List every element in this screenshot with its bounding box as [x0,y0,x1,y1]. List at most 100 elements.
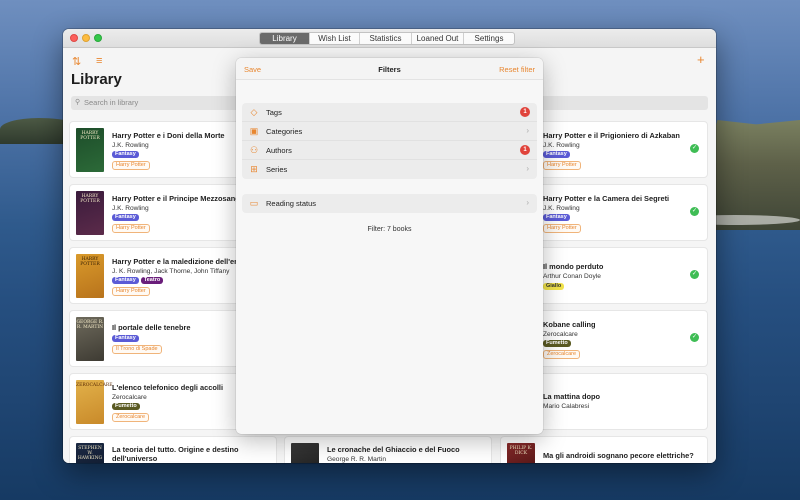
filter-row-series[interactable]: ⊞ Series › [242,160,537,179]
read-check-icon: ✓ [690,207,699,216]
main-tab-bar: Library Wish List Statistics Loaned Out … [259,32,515,45]
book-title: Kobane calling [543,320,596,329]
tag-badge: Fantasy [112,277,139,284]
tag-list: Fantasy [112,335,139,342]
row-label: Tags [266,108,282,117]
cover-title: ZEROCALCARE [76,383,113,388]
minimize-window-button[interactable] [82,34,90,42]
tag-badge: Giallo [543,283,565,290]
read-check-icon: ✓ [690,270,699,279]
page-title: Library [71,71,122,88]
book-cover: PHILIP K. DICK [507,443,535,463]
people-icon: ⚇ [249,145,259,155]
cover-title: HARRY POTTER [80,194,100,204]
cover-title: STEPHEN W. HAWKING [77,446,103,461]
book-cover: ZEROCALCARE [76,380,113,424]
filter-lines-icon[interactable]: ≡ [96,55,102,67]
row-label: Reading status [266,199,317,208]
reset-filter-button[interactable]: Reset filter [499,65,535,74]
popover-title: Filters [378,65,401,74]
cover-title: HARRY POTTER [80,257,100,267]
book-author: J. K. Rowling, Jack Thorne, John Tiffany [112,268,230,275]
close-window-button[interactable] [70,34,78,42]
sort-arrows-icon[interactable]: ⇅ [72,55,81,68]
filter-row-tags[interactable]: ◇ Tags 1 [242,103,537,122]
title-bar: Library Wish List Statistics Loaned Out … [63,29,716,48]
tag-list: Giallo [543,283,565,290]
book-author: Arthur Conan Doyle [543,273,601,280]
filter-result-count: Filter: 7 books [367,226,412,233]
book-title: La teoria del tutto. Origine e destino d… [112,445,239,463]
tag-list: Fumetto [112,403,140,410]
row-label: Categories [266,127,303,136]
tag-list: Fantasy [112,214,139,221]
series-badge: Zerocalcare [543,350,581,359]
book-cover: HARRY POTTER [76,128,104,172]
cover-title: GEORGE R. R. MARTIN [76,320,104,330]
book-cover: HARRY POTTER [76,254,104,298]
tab-loaned-out[interactable]: Loaned Out [412,33,464,44]
filters-popover: Save Filters Reset filter ◇ Tags 1 ▣ Cat… [236,58,543,434]
book-author: George R. R. Martin [327,456,386,463]
book-author: Zerocalcare [112,394,147,401]
series-badge: Il Trono di Spade [112,345,162,354]
search-icon: ⚲ [75,99,81,106]
book-icon: ▭ [249,198,259,208]
book-title: Il mondo perduto [543,262,604,271]
book-card[interactable]: PHILIP K. DICK Ma gli androidi sognano p… [500,436,708,463]
tag-badge: Fantasy [112,214,139,221]
count-badge: 1 [520,107,530,117]
tag-badge: Fantasy [112,151,139,158]
book-card[interactable]: Le cronache del Ghiaccio e del Fuoco Geo… [284,436,492,463]
zoom-window-button[interactable] [94,34,102,42]
plus-icon[interactable]: + [697,52,705,67]
book-title: Harry Potter e il Prigioniero di Azkaban [543,131,680,140]
cover-title: HARRY POTTER [80,131,100,141]
read-check-icon: ✓ [690,144,699,153]
book-cover: HARRY POTTER [76,191,104,235]
read-check-icon: ✓ [690,333,699,342]
filter-row-authors[interactable]: ⚇ Authors 1 [242,141,537,160]
reading-status-group: ▭ Reading status › [242,194,537,213]
tab-library[interactable]: Library [260,33,310,44]
row-label: Authors [266,146,292,155]
tag-icon: ◇ [250,107,258,117]
filter-row-reading-status[interactable]: ▭ Reading status › [242,194,537,213]
book-card[interactable]: STEPHEN W. HAWKING La teoria del tutto. … [69,436,277,463]
grid-icon: ⊞ [250,164,258,174]
tag-badge: Fantasy [543,214,570,221]
chevron-right-icon: › [526,126,529,135]
tab-settings[interactable]: Settings [464,33,514,44]
series-badge: Harry Potter [543,224,581,233]
filter-group: ◇ Tags 1 ▣ Categories › ⚇ Authors 1 ⊞ Se… [242,103,537,179]
tag-list: Fantasy [112,151,139,158]
book-author: J.K. Rowling [112,205,149,212]
count-badge: 1 [520,145,530,155]
tag-badge: Fumetto [543,340,571,347]
row-label: Series [266,165,288,174]
tag-list: Fantasy [543,151,570,158]
cover-title: PHILIP K. DICK [509,446,533,456]
book-author: J.K. Rowling [112,142,149,149]
series-badge: Harry Potter [112,224,150,233]
book-author: J.K. Rowling [543,205,580,212]
filter-row-categories[interactable]: ▣ Categories › [242,122,537,141]
tag-badge: Teatro [140,277,164,284]
book-cover [291,443,319,463]
tab-statistics[interactable]: Statistics [360,33,412,44]
search-placeholder: Search in library [84,98,139,107]
book-cover: GEORGE R. R. MARTIN [76,317,104,361]
tag-badge: Fantasy [112,335,139,342]
series-badge: Zerocalcare [112,413,150,422]
chevron-right-icon: › [526,198,529,207]
popover-header: Save Filters Reset filter [236,58,543,80]
book-title: Harry Potter e la Camera dei Segreti [543,194,670,203]
tag-badge: Fantasy [543,151,570,158]
tab-wish-list[interactable]: Wish List [310,33,360,44]
tag-list: Fantasy [543,214,570,221]
tag-list: Fumetto [543,340,571,347]
book-title: Ma gli androidi sognano pecore elettrich… [543,451,694,460]
box-icon: ▣ [249,126,259,136]
book-author: J.K. Rowling [543,142,580,149]
series-badge: Harry Potter [112,287,150,296]
